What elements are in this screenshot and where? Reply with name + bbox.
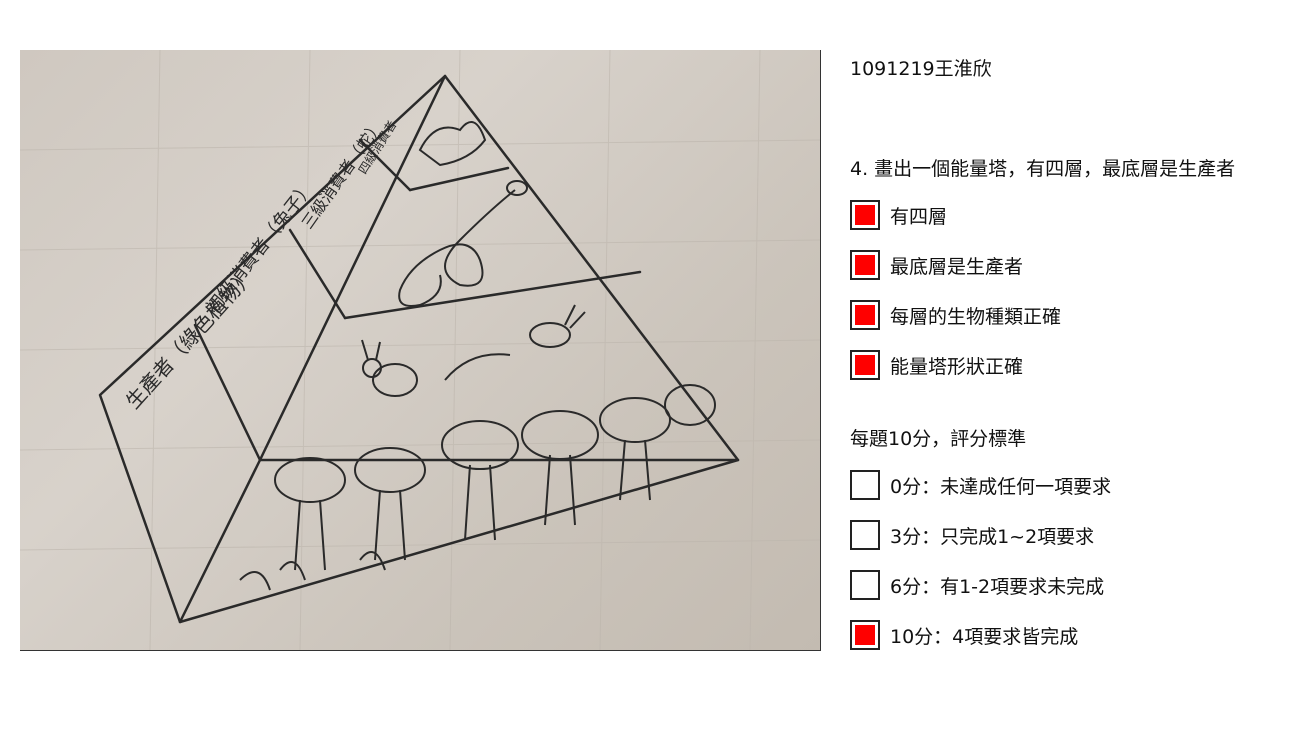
requirement-label: 每層的生物種類正確 [890, 305, 1062, 328]
paper-grid [20, 50, 820, 650]
rubric-title: 每題10分，評分標準 [850, 428, 1027, 450]
requirement-item[interactable]: 每層的生物種類正確 [850, 300, 1061, 330]
label-tertiary-consumer: 三級消費者（蛇） [298, 117, 387, 233]
pyramid-drawing-photo: 生產者（綠色植物） 初級消費者（兔子） 三級消費者（蛇） 四級消費者 [20, 50, 821, 651]
rubric-label: 10分：4項要求皆完成 [890, 625, 1079, 648]
rubric-option[interactable]: 6分：有1-2項要求未完成 [850, 570, 1104, 600]
rubric-checkbox[interactable] [850, 570, 880, 600]
requirement-checkbox[interactable] [850, 250, 880, 280]
layer-divider-2 [343, 270, 642, 320]
rubric-checkbox[interactable] [850, 520, 880, 550]
requirement-label: 有四層 [890, 205, 948, 228]
requirement-checkbox[interactable] [850, 300, 880, 330]
rubric-option[interactable]: 3分：只完成1~2項要求 [850, 520, 1094, 550]
layer-divider-3 [408, 166, 510, 192]
layer-divider-1-left [193, 323, 262, 462]
requirement-item[interactable]: 能量塔形狀正確 [850, 350, 1023, 380]
rubric-checkbox[interactable] [850, 470, 880, 500]
requirement-label: 最底層是生產者 [890, 255, 1024, 278]
pyramid-sketch: 生產者（綠色植物） 初級消費者（兔子） 三級消費者（蛇） 四級消費者 [20, 50, 820, 650]
rubric-checkbox[interactable] [850, 620, 880, 650]
rubric-label: 0分：未達成任何一項要求 [890, 475, 1112, 498]
layer-divider-2-left [288, 228, 347, 320]
rubric-label: 3分：只完成1~2項要求 [890, 525, 1095, 548]
requirement-checkbox[interactable] [850, 200, 880, 230]
rubric-label: 6分：有1-2項要求未完成 [890, 575, 1105, 598]
rabbit-drawings [361, 304, 586, 397]
pyramid-ridge [178, 74, 447, 624]
requirement-checkbox[interactable] [850, 350, 880, 380]
rubric-option[interactable]: 0分：未達成任何一項要求 [850, 470, 1111, 500]
top-predator-drawing [418, 121, 487, 167]
question-text: 4. 畫出一個能量塔，有四層，最底層是生產者 [850, 158, 1236, 180]
requirement-label: 能量塔形狀正確 [890, 355, 1024, 378]
requirement-item[interactable]: 有四層 [850, 200, 947, 230]
rubric-option[interactable]: 10分：4項要求皆完成 [850, 620, 1078, 650]
student-id-name: 1091219王淮欣 [850, 58, 992, 80]
requirement-item[interactable]: 最底層是生產者 [850, 250, 1023, 280]
